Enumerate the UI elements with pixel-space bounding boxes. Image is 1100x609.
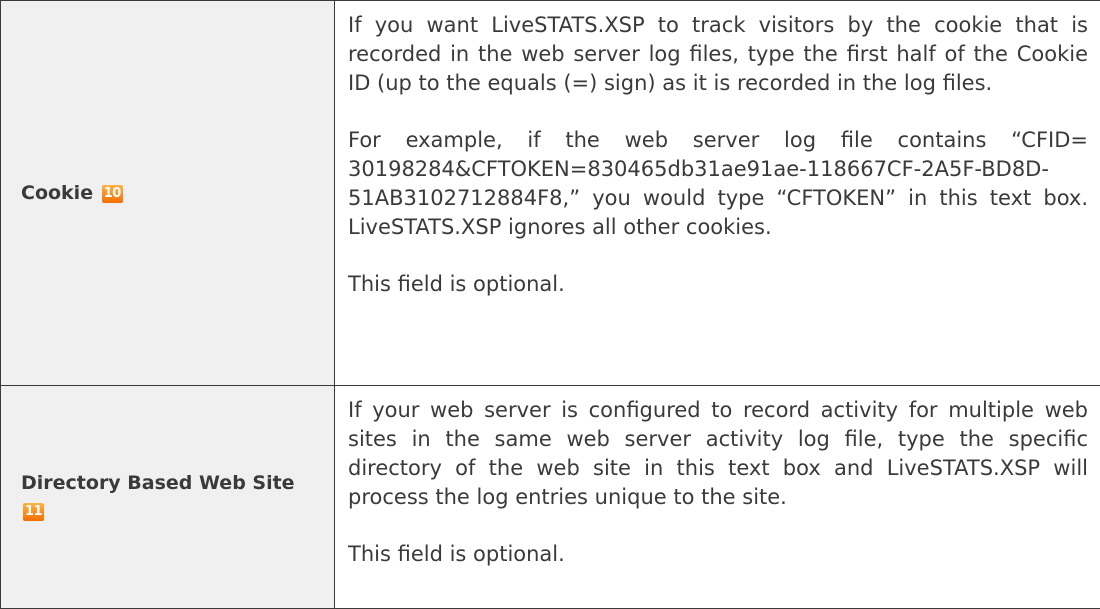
field-label-cell: Cookie 10 <box>1 1 335 386</box>
table-row: Directory Based Web Site 11 If your web … <box>1 386 1100 609</box>
field-description: If your web server is configured to reco… <box>335 386 1100 608</box>
field-label: Directory Based Web Site 11 <box>1 469 334 525</box>
callout-number-badge: 11 <box>23 503 44 521</box>
description-paragraph: If you want LiveSTATS.XSP to track visit… <box>348 11 1088 98</box>
description-paragraph: For example, if the web server log file … <box>348 126 1088 242</box>
field-label-text: Cookie <box>21 182 93 204</box>
description-paragraph: This field is optional. <box>348 270 1088 299</box>
field-label-cell: Directory Based Web Site 11 <box>1 386 335 609</box>
field-label-text: Directory Based Web Site <box>21 472 295 494</box>
field-description-table: Cookie 10 If you want LiveSTATS.XSP to t… <box>0 0 1100 609</box>
callout-number-badge: 10 <box>102 185 123 203</box>
field-description: If you want LiveSTATS.XSP to track visit… <box>335 1 1100 385</box>
field-description-cell: If you want LiveSTATS.XSP to track visit… <box>335 1 1100 386</box>
description-paragraph: This field is optional. <box>348 540 1088 569</box>
table-row: Cookie 10 If you want LiveSTATS.XSP to t… <box>1 1 1100 386</box>
field-description-cell: If your web server is configured to reco… <box>335 386 1100 609</box>
description-paragraph: If your web server is configured to reco… <box>348 396 1088 512</box>
field-label: Cookie 10 <box>1 179 334 207</box>
